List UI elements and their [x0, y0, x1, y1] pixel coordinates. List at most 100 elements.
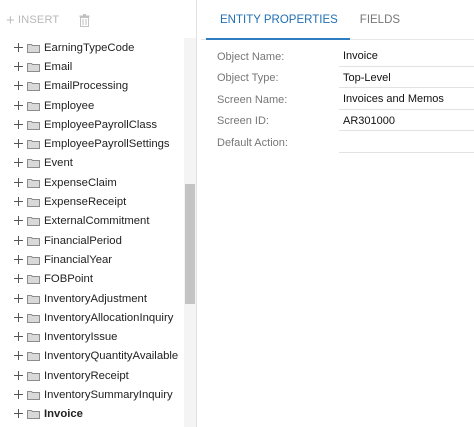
tree-node-label: InventorySummaryInquiry [44, 388, 173, 401]
object-name-row: Object Name: Invoice [217, 46, 474, 68]
expand-icon[interactable] [14, 81, 24, 91]
folder-icon [27, 409, 40, 420]
tab-entity-properties[interactable]: ENTITY PROPERTIES [201, 0, 350, 40]
tree-node[interactable]: Email [0, 57, 185, 76]
tree-node-label: EarningTypeCode [44, 41, 135, 54]
folder-icon [27, 101, 40, 111]
screen-id-value[interactable]: AR301000 [339, 111, 474, 132]
folder-icon [27, 139, 40, 150]
tree-node[interactable]: Employee [0, 96, 185, 115]
entity-tree-panel: + INSERT EarningTypeCode Email EmailProces… [0, 0, 197, 427]
tree-node[interactable]: ExternalCommitment [0, 212, 185, 231]
object-name-label: Object Name: [217, 50, 285, 63]
expand-icon[interactable] [14, 409, 24, 419]
tree-node[interactable]: Invoice [0, 405, 185, 424]
tree-node[interactable]: InventoryAllocationInquiry [0, 308, 185, 327]
entity-tree: EarningTypeCode Email EmailProcessing Emplo… [0, 38, 185, 424]
folder-icon [27, 178, 40, 188]
folder-icon [27, 81, 40, 92]
expand-icon[interactable] [14, 197, 24, 207]
tree-node-label: Invoice [44, 408, 83, 421]
expand-icon[interactable] [14, 139, 24, 149]
expand-icon[interactable] [14, 177, 24, 188]
tree-node[interactable]: EmployeePayrollClass [0, 115, 185, 134]
tree-node[interactable]: InventoryAdjustment [0, 289, 185, 308]
expand-icon[interactable] [14, 216, 24, 226]
expand-icon[interactable] [14, 274, 24, 284]
tree-node-label: InventoryAllocationInquiry [44, 311, 174, 324]
entity-details-panel: ENTITY PROPERTIES FIELDS Object Name: In… [201, 0, 474, 427]
tree-node-label: Email [44, 60, 73, 73]
tree-node[interactable]: ExpenseReceipt [0, 192, 185, 211]
folder-icon [27, 313, 40, 323]
tree-node[interactable]: EarningTypeCode [0, 38, 185, 57]
tree-node[interactable]: FinancialPeriod [0, 231, 185, 250]
tree-node[interactable]: EmployeePayrollSettings [0, 134, 185, 153]
insert-button[interactable]: + INSERT [6, 13, 59, 28]
object-type-label: Object Type: [217, 72, 279, 85]
tree-node[interactable]: InventorySummaryInquiry [0, 385, 185, 404]
tree-node[interactable]: FinancialYear [0, 250, 185, 269]
expand-icon[interactable] [14, 293, 24, 304]
tree-node-label: ExpenseReceipt [44, 196, 127, 209]
expand-icon[interactable] [14, 389, 24, 400]
folder-icon [27, 351, 40, 362]
folder-icon [27, 62, 40, 72]
screen-name-label: Screen Name: [217, 93, 288, 106]
delete-button[interactable] [79, 13, 90, 27]
folder-icon [27, 158, 40, 169]
tree-node-label: InventoryAdjustment [44, 292, 147, 305]
plus-icon: + [6, 11, 15, 29]
folder-icon [27, 294, 40, 304]
expand-icon[interactable] [14, 119, 24, 130]
expand-icon[interactable] [14, 100, 24, 111]
tree-node[interactable]: InventoryReceipt [0, 366, 185, 385]
tree-node-label: FinancialPeriod [44, 234, 122, 247]
folder-icon [27, 216, 40, 227]
tree-scrollbar-thumb[interactable] [185, 184, 195, 304]
expand-icon[interactable] [14, 61, 24, 72]
object-type-value[interactable]: Top-Level [339, 68, 474, 89]
details-tabs: ENTITY PROPERTIES FIELDS [201, 0, 474, 40]
object-type-row: Object Type: Top-Level [217, 68, 474, 90]
screen-id-row: Screen ID: AR301000 [217, 111, 474, 133]
screen-name-value[interactable]: Invoices and Memos [339, 90, 474, 110]
default-action-value[interactable] [339, 133, 474, 153]
tree-node-label: InventoryReceipt [44, 369, 129, 382]
tree-node-label: Event [44, 157, 73, 170]
tree-node[interactable]: ExpenseClaim [0, 173, 185, 192]
tree-node-label: EmailProcessing [44, 80, 129, 93]
expand-icon[interactable] [14, 332, 24, 342]
object-name-value[interactable]: Invoice [339, 47, 474, 67]
tree-node-label: InventoryIssue [44, 331, 118, 344]
expand-icon[interactable] [14, 42, 24, 53]
tree-node[interactable]: InventoryQuantityAvailable [0, 347, 185, 366]
expand-icon[interactable] [14, 312, 24, 323]
tree-node-label: EmployeePayrollSettings [44, 138, 170, 151]
default-action-row: Default Action: [217, 132, 474, 154]
expand-icon[interactable] [14, 254, 24, 265]
tree-node-label: ExpenseClaim [44, 176, 117, 189]
tab-fields[interactable]: FIELDS [350, 0, 410, 39]
trash-icon [79, 13, 90, 27]
tree-scrollbar[interactable] [184, 38, 196, 427]
folder-icon [27, 120, 40, 130]
folder-icon [27, 197, 40, 208]
tree-node[interactable]: Event [0, 154, 185, 173]
tree-node[interactable]: EmailProcessing [0, 77, 185, 96]
tree-node-label: InventoryQuantityAvailable [44, 350, 179, 363]
folder-icon [27, 274, 40, 285]
folder-icon [27, 390, 40, 400]
expand-icon[interactable] [14, 158, 24, 168]
folder-icon [27, 255, 40, 265]
screen-name-row: Screen Name: Invoices and Memos [217, 89, 474, 111]
folder-icon [27, 43, 40, 53]
tree-node-label: FinancialYear [44, 253, 113, 266]
expand-icon[interactable] [14, 235, 24, 246]
expand-icon[interactable] [14, 351, 24, 361]
tree-node[interactable]: FOBPoint [0, 270, 185, 289]
folder-icon [27, 371, 40, 381]
folder-icon [27, 236, 40, 246]
tree-node[interactable]: InventoryIssue [0, 327, 185, 346]
expand-icon[interactable] [14, 370, 24, 381]
